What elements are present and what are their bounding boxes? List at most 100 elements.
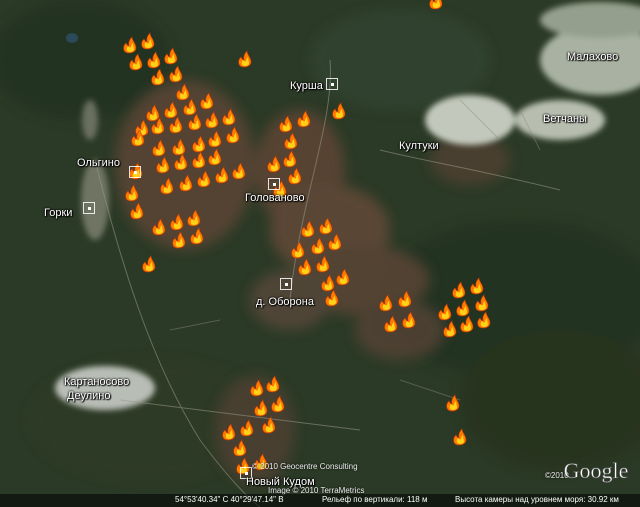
fire-icon[interactable] bbox=[215, 166, 229, 184]
fire-icon[interactable] bbox=[179, 174, 193, 192]
fire-icon[interactable] bbox=[446, 394, 460, 412]
fire-icon[interactable] bbox=[443, 320, 457, 338]
fire-icon[interactable] bbox=[311, 237, 325, 255]
place-marker-oborona[interactable] bbox=[280, 278, 292, 290]
fire-icon[interactable] bbox=[271, 395, 285, 413]
fire-icon[interactable] bbox=[208, 148, 222, 166]
fire-icon[interactable] bbox=[233, 439, 247, 457]
fire-icon[interactable] bbox=[262, 416, 276, 434]
fire-icon[interactable] bbox=[169, 116, 183, 134]
fire-icon[interactable] bbox=[208, 130, 222, 148]
fire-icon[interactable] bbox=[125, 184, 139, 202]
fire-icon[interactable] bbox=[169, 65, 183, 83]
fire-icon[interactable] bbox=[174, 153, 188, 171]
place-label-vetchany[interactable]: Ветчаны bbox=[543, 113, 587, 125]
fire-icon[interactable] bbox=[319, 217, 333, 235]
fire-icon[interactable] bbox=[222, 423, 236, 441]
fire-icon[interactable] bbox=[325, 289, 339, 307]
fire-icon[interactable] bbox=[188, 113, 202, 131]
place-label-gorki[interactable]: Горки bbox=[44, 207, 72, 219]
fire-icon[interactable] bbox=[172, 138, 186, 156]
place-marker-golovanovo[interactable] bbox=[268, 178, 280, 190]
fire-icon[interactable] bbox=[402, 311, 416, 329]
coordinates-readout: 54°53'40.34" С 40°29'47.14" В bbox=[175, 495, 284, 504]
fire-icon[interactable] bbox=[238, 50, 252, 68]
fire-icon[interactable] bbox=[297, 110, 311, 128]
fire-icon[interactable] bbox=[151, 68, 165, 86]
place-label-deulino[interactable]: Деулино bbox=[67, 390, 110, 402]
fire-icon[interactable] bbox=[284, 132, 298, 150]
fire-icon[interactable] bbox=[190, 227, 204, 245]
fire-icon[interactable] bbox=[470, 277, 484, 295]
eye-altitude-readout: Высота камеры над уровнем моря: 30.92 км bbox=[455, 495, 619, 504]
fire-icon[interactable] bbox=[176, 83, 190, 101]
fire-icon[interactable] bbox=[141, 32, 155, 50]
svg-text:Google: Google bbox=[564, 458, 629, 483]
elevation-readout: Рельеф по вертикали: 118 м bbox=[322, 495, 428, 504]
fire-icon[interactable] bbox=[123, 36, 137, 54]
fire-icon[interactable] bbox=[456, 299, 470, 317]
fire-icon[interactable] bbox=[453, 428, 467, 446]
fire-icon[interactable] bbox=[379, 294, 393, 312]
fire-icon[interactable] bbox=[240, 419, 254, 437]
place-label-golovanovo[interactable]: Голованово bbox=[245, 192, 305, 204]
place-label-oborona[interactable]: д. Оборона bbox=[256, 296, 314, 308]
fire-icon[interactable] bbox=[232, 162, 246, 180]
fire-icon[interactable] bbox=[147, 51, 161, 69]
satellite-map[interactable]: Малахово Курша Ветчаны Култуки Ольгино Г… bbox=[0, 0, 640, 507]
place-marker-gorki[interactable] bbox=[83, 202, 95, 214]
fire-icon[interactable] bbox=[298, 258, 312, 276]
geocentre-credit: © 2010 Geocentre Consulting bbox=[252, 462, 358, 471]
place-label-kultuki[interactable]: Култуки bbox=[399, 140, 439, 152]
fire-icon[interactable] bbox=[328, 233, 342, 251]
fire-icon[interactable] bbox=[142, 255, 156, 273]
place-label-malakhovo[interactable]: Малахово bbox=[567, 51, 618, 63]
fire-icon[interactable] bbox=[475, 294, 489, 312]
fire-icon[interactable] bbox=[477, 311, 491, 329]
place-label-kursha[interactable]: Курша bbox=[290, 80, 323, 92]
fire-icon[interactable] bbox=[283, 150, 297, 168]
fire-icon[interactable] bbox=[146, 104, 160, 122]
fire-icon[interactable] bbox=[170, 213, 184, 231]
fire-icon[interactable] bbox=[460, 315, 474, 333]
fire-icon[interactable] bbox=[164, 47, 178, 65]
place-label-kartanosovo[interactable]: Картаносово bbox=[64, 376, 129, 388]
fire-icon[interactable] bbox=[152, 139, 166, 157]
fire-icon[interactable] bbox=[452, 281, 466, 299]
fire-icon[interactable] bbox=[332, 102, 346, 120]
fire-icon[interactable] bbox=[222, 108, 236, 126]
fire-icon[interactable] bbox=[129, 53, 143, 71]
fire-icon[interactable] bbox=[438, 303, 452, 321]
fire-icon[interactable] bbox=[156, 156, 170, 174]
fire-icon[interactable] bbox=[291, 241, 305, 259]
fire-icon[interactable] bbox=[336, 268, 350, 286]
fire-icon[interactable] bbox=[152, 218, 166, 236]
fire-icon[interactable] bbox=[172, 231, 186, 249]
fire-icon[interactable] bbox=[205, 111, 219, 129]
fire-icon[interactable] bbox=[279, 115, 293, 133]
fire-icon[interactable] bbox=[266, 375, 280, 393]
fire-icon[interactable] bbox=[226, 126, 240, 144]
place-marker-kursha[interactable] bbox=[326, 78, 338, 90]
fire-icon[interactable] bbox=[183, 98, 197, 116]
fire-icon[interactable] bbox=[384, 315, 398, 333]
fire-icon[interactable] bbox=[130, 202, 144, 220]
fire-icon[interactable] bbox=[187, 209, 201, 227]
fire-icon[interactable] bbox=[160, 177, 174, 195]
place-label-olgino[interactable]: Ольгино bbox=[77, 157, 120, 169]
fire-icon[interactable] bbox=[288, 167, 302, 185]
fire-icon[interactable] bbox=[267, 155, 281, 173]
fire-icon[interactable] bbox=[192, 151, 206, 169]
fire-icon[interactable] bbox=[250, 379, 264, 397]
fire-icon[interactable] bbox=[301, 220, 315, 238]
fire-icon[interactable] bbox=[254, 399, 268, 417]
fire-icon[interactable] bbox=[398, 290, 412, 308]
fire-icon[interactable] bbox=[321, 274, 335, 292]
fire-icon[interactable] bbox=[429, 0, 443, 10]
fire-icon[interactable] bbox=[192, 135, 206, 153]
place-marker-olgino[interactable] bbox=[129, 166, 141, 178]
fire-icon[interactable] bbox=[316, 255, 330, 273]
fire-icon[interactable] bbox=[200, 92, 214, 110]
fire-icon[interactable] bbox=[197, 170, 211, 188]
fire-icon[interactable] bbox=[164, 101, 178, 119]
